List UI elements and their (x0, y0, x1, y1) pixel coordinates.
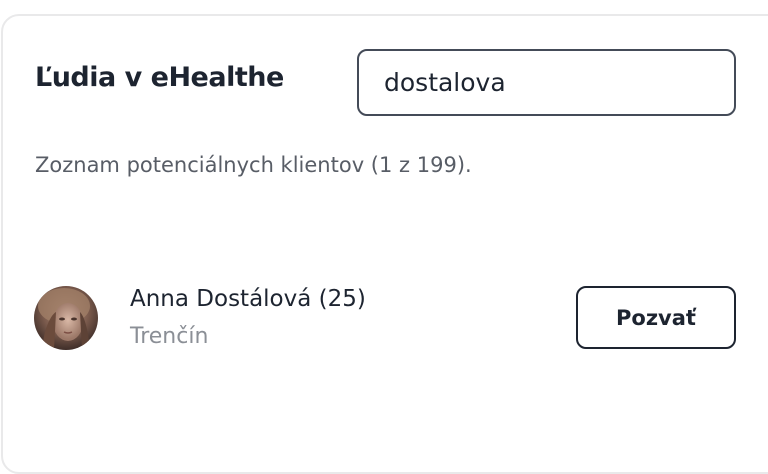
results-summary: Zoznam potenciálnych klientov (1 z 199). (35, 153, 472, 177)
search-input[interactable] (357, 49, 736, 116)
invite-button[interactable]: Pozvať (576, 286, 736, 349)
avatar (34, 286, 98, 350)
list-item: Anna Dostálová (25) Trenčín Pozvať (0, 270, 768, 370)
avatar-photo (34, 286, 98, 350)
person-city: Trenčín (130, 324, 209, 349)
person-name[interactable]: Anna Dostálová (25) (130, 286, 366, 312)
page-title: Ľudia v eHealthe (35, 62, 284, 93)
